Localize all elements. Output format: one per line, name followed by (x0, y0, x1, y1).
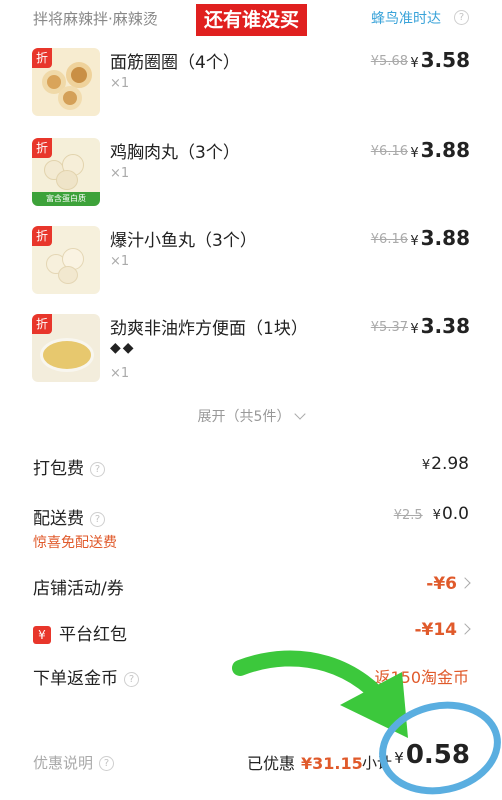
question-icon[interactable]: ? (124, 671, 139, 687)
discount-badge: 折 (32, 48, 52, 68)
original-price: ¥5.68 (370, 54, 408, 69)
question-icon[interactable]: ? (454, 10, 469, 25)
store-promo-label: 店铺活动/券 (33, 579, 124, 599)
discount-badge: 折 (32, 226, 52, 246)
red-packet-value: -¥14 (414, 620, 471, 640)
cart-item[interactable]: 折 面筋圈圈（4个） ×1 ¥5.68 ¥3.58 (0, 48, 502, 132)
question-icon[interactable]: ? (90, 461, 105, 477)
original-price: ¥6.16 (370, 144, 408, 159)
item-spec: ◆◆ (110, 340, 136, 356)
store-promo-row[interactable]: 店铺活动/券 -¥6 (0, 574, 502, 602)
saved-amount: 已优惠 ¥31.15 (247, 754, 363, 773)
item-quantity: ×1 (110, 166, 130, 181)
item-name: 鸡胸肉丸（3个） (110, 143, 240, 163)
original-price: ¥5.37 (370, 320, 408, 335)
expand-label: 展开（共5件） (197, 409, 291, 425)
item-name: 劲爽非油炸方便面（1块） (110, 319, 308, 339)
packing-fee-label: 打包费? (33, 454, 105, 479)
product-image[interactable]: 折 (32, 48, 100, 116)
promo-banner: 还有谁没买 (196, 4, 308, 36)
coins-value: 返150淘金币 (374, 668, 469, 687)
item-quantity: ×1 (110, 76, 130, 91)
image-label: 富含蛋白质 (32, 192, 100, 206)
red-packet-icon: ¥ (33, 626, 51, 644)
red-packet-label: ¥ 平台红包 (33, 620, 127, 645)
chevron-right-icon (459, 623, 471, 635)
item-quantity: ×1 (110, 366, 130, 381)
delivery-service: 蜂鸟准时达 (371, 11, 441, 27)
discount-badge: 折 (32, 314, 52, 334)
expand-items-button[interactable]: 展开（共5件） (0, 406, 502, 426)
subtotal-value: ¥0.58 (394, 740, 470, 770)
product-image[interactable]: 折 富含蛋白质 (32, 138, 100, 206)
shop-name[interactable]: 拌将麻辣拌·麻辣烫 (33, 8, 158, 29)
question-icon[interactable]: ? (99, 756, 115, 771)
packing-fee-row: 打包费? ¥2.98 (0, 454, 502, 482)
item-name: 爆汁小鱼丸（3个） (110, 231, 257, 251)
free-delivery-note: 惊喜免配送费 (33, 535, 117, 551)
product-image[interactable]: 折 (32, 226, 100, 294)
coins-row: 下单返金币? 返150淘金币 (0, 664, 502, 692)
packing-fee-value: ¥2.98 (421, 454, 469, 474)
item-name: 面筋圈圈（4个） (110, 53, 240, 73)
question-icon[interactable]: ? (90, 511, 105, 527)
original-price: ¥6.16 (370, 232, 408, 247)
red-packet-row[interactable]: ¥ 平台红包 -¥14 (0, 620, 502, 648)
subtotal-label: 小计 (362, 754, 393, 772)
delivery-fee-value: ¥2.5 ¥0.0 (393, 504, 469, 524)
discount-badge: 折 (32, 138, 52, 158)
delivery-fee-label: 配送费? (33, 504, 105, 529)
item-price: ¥3.88 (410, 138, 470, 162)
item-price: ¥3.88 (410, 226, 470, 250)
item-price: ¥3.58 (410, 48, 470, 72)
delivery-fee-row: 配送费? ¥2.5 ¥0.0 (0, 504, 502, 532)
cart-item[interactable]: 折 爆汁小鱼丸（3个） ×1 ¥6.16 ¥3.88 (0, 226, 502, 310)
cart-item[interactable]: 折 劲爽非油炸方便面（1块） ◆◆ ×1 ¥5.37 ¥3.38 (0, 314, 502, 398)
item-quantity: ×1 (110, 254, 130, 269)
top-bar: 拌将麻辣拌·麻辣烫 还有谁没买 蜂鸟准时达 ? (0, 0, 502, 36)
cart-item[interactable]: 折 富含蛋白质 鸡胸肉丸（3个） ×1 ¥6.16 ¥3.88 (0, 138, 502, 222)
chevron-down-icon (294, 408, 307, 420)
item-price: ¥3.38 (410, 314, 470, 338)
order-summary-bar: 优惠说明? 已优惠 ¥31.15 小计 ¥0.58 (0, 740, 502, 780)
store-promo-value: -¥6 (426, 574, 471, 594)
discount-note[interactable]: 优惠说明? (33, 752, 115, 773)
chevron-right-icon (459, 577, 471, 589)
product-image[interactable]: 折 (32, 314, 100, 382)
coins-label: 下单返金币? (33, 664, 139, 689)
